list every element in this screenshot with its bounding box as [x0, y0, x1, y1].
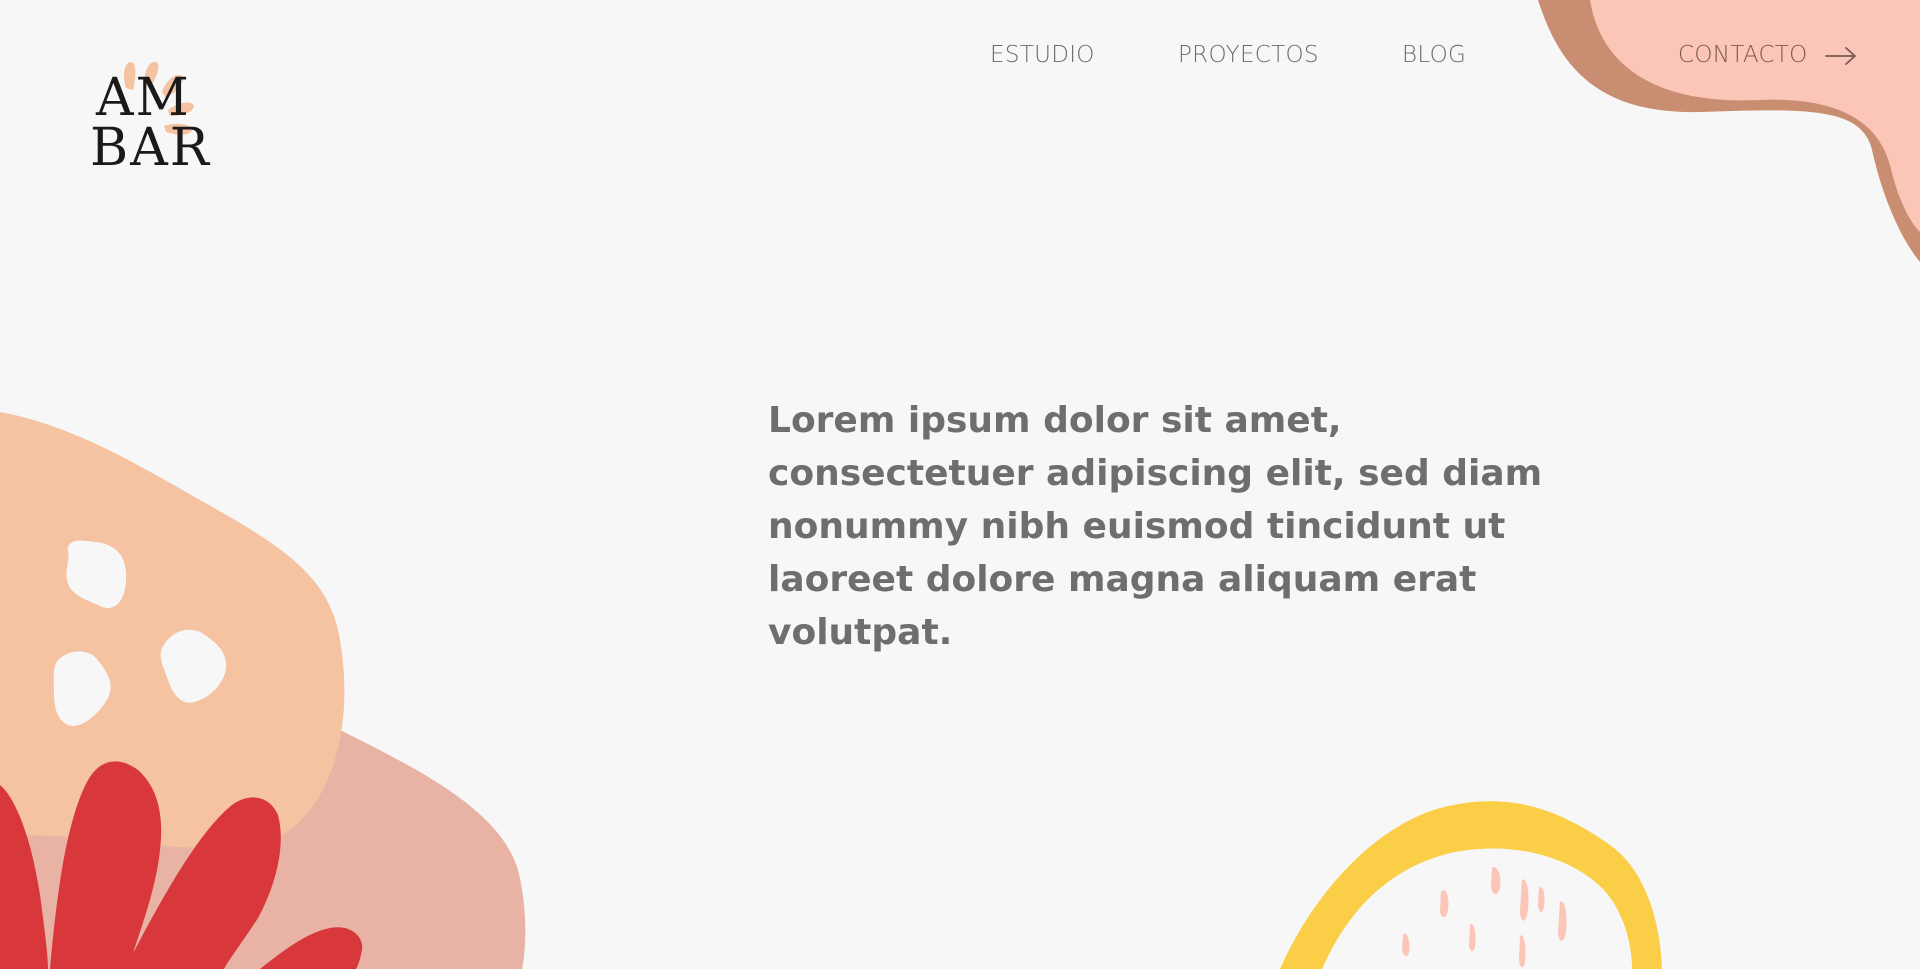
arrow-right-icon [1825, 46, 1857, 65]
nav-link-contacto[interactable]: CONTACTO [1678, 38, 1857, 72]
nav-link-blog[interactable]: BLOG [1402, 38, 1466, 72]
hero-paragraph: Lorem ipsum dolor sit amet, consectetuer… [768, 400, 1543, 653]
nav-link-estudio[interactable]: ESTUDIO [990, 38, 1095, 72]
logo-text-line-1: AM [96, 68, 191, 128]
brand-logo[interactable]: AM BAR [88, 56, 228, 176]
nav-link-proyectos[interactable]: PROYECTOS [1178, 38, 1319, 72]
left-peach-blob [0, 412, 345, 849]
logo-text-line-2: BAR [90, 118, 211, 178]
main-nav: ESTUDIO PROYECTOS BLOG CONTACTO [0, 38, 1920, 72]
contacto-label: CONTACTO [1678, 42, 1808, 68]
